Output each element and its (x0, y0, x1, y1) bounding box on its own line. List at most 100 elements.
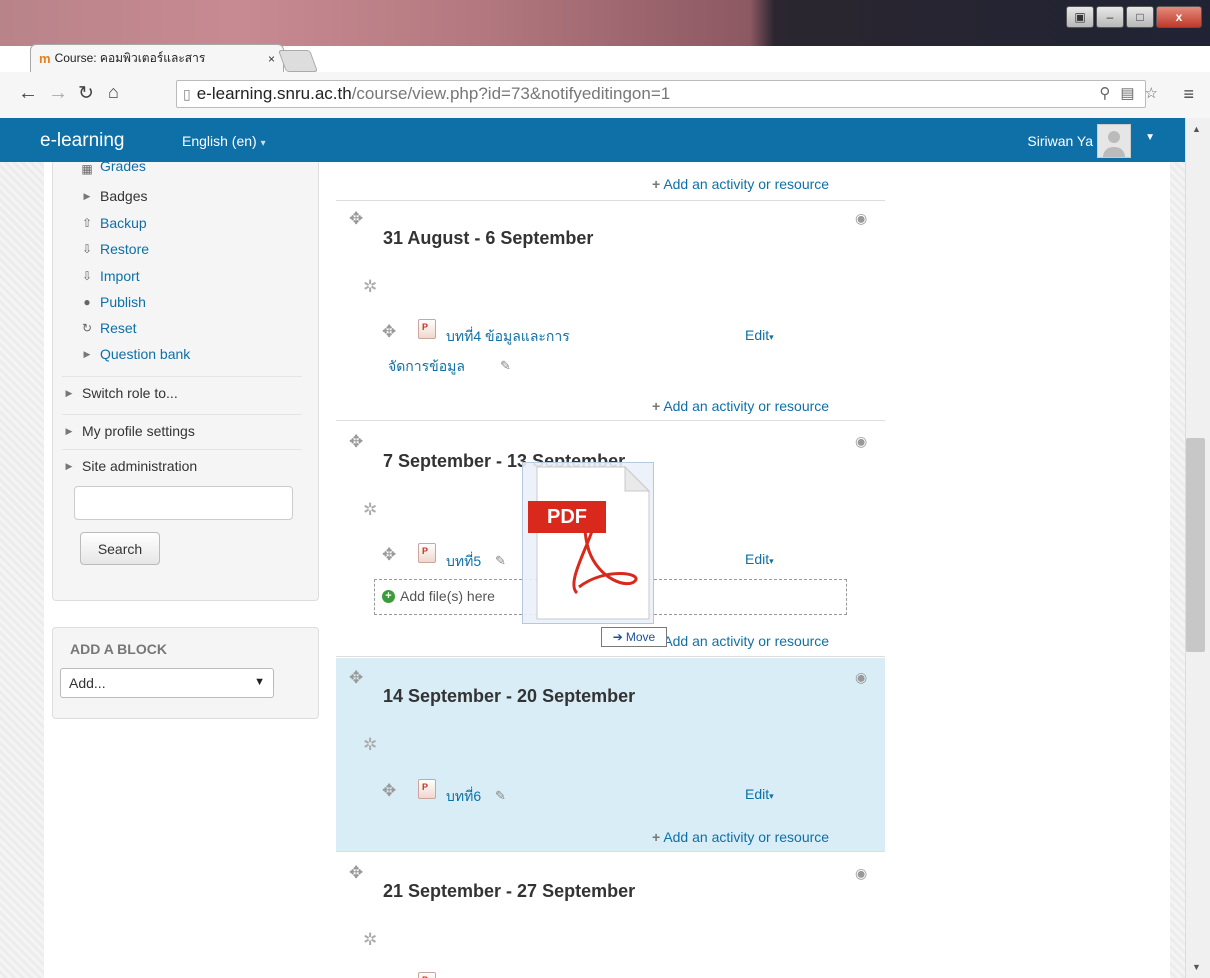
add-activity-link[interactable]: + Add an activity or resource (652, 633, 829, 651)
activity-link[interactable]: บทที่5 (446, 551, 481, 573)
activity-link[interactable]: บทที่4 ข้อมูลและการ (446, 326, 570, 348)
language-label: English (en) (182, 133, 257, 149)
pdf-file-icon (418, 543, 436, 563)
scrollbar-thumb[interactable] (1186, 438, 1205, 652)
sidebar-item-label: Grades (100, 162, 146, 174)
maximize-button[interactable]: □ (1126, 6, 1154, 28)
sidebar-item-label: Import (100, 268, 140, 284)
edit-title-pencil-icon[interactable]: ✎ (495, 788, 506, 804)
eye-icon[interactable]: ◉ (855, 669, 867, 686)
sidebar-item-reset[interactable]: ↻ Reset (80, 320, 137, 336)
back-arrow-icon[interactable]: ← (18, 82, 38, 105)
home-icon[interactable]: ⌂ (108, 82, 119, 103)
user-menu-caret-icon[interactable]: ▼ (1145, 132, 1155, 143)
grades-icon: ▦ (81, 162, 93, 176)
edit-label: Edit (745, 551, 770, 567)
search-input[interactable] (74, 486, 293, 520)
plus-icon: + (652, 398, 661, 414)
course-section (336, 162, 885, 201)
close-window-button[interactable]: x (1156, 6, 1202, 28)
browser-tab[interactable]: m Course: คอมพิวเตอร์และสาร × (30, 44, 284, 72)
move-icon[interactable]: ✥ (349, 863, 363, 883)
sidebar-item-question-bank[interactable]: ▶ Question bank (80, 346, 191, 362)
omnibox-icons: ⚲ ▤ ☆ (1099, 84, 1158, 102)
edit-title-pencil-icon[interactable]: ✎ (500, 358, 511, 374)
sidebar-item-my-profile-settings[interactable]: ▶ My profile settings (62, 414, 302, 439)
eye-icon[interactable]: ◉ (855, 865, 867, 882)
gear-icon[interactable]: ✲ (363, 930, 377, 950)
sidebar-item-label: Publish (100, 294, 146, 310)
language-menu[interactable]: English (en) ▾ (182, 133, 266, 149)
add-activity-link[interactable]: + Add an activity or resource (652, 398, 829, 416)
activity-link-continued[interactable]: จัดการข้อมูล (388, 356, 465, 378)
sidebar-item-grades[interactable]: ▦ Grades (80, 162, 146, 176)
edit-title-pencil-icon[interactable]: ✎ (495, 553, 506, 569)
moodle-favicon-icon: m (39, 51, 51, 66)
edit-menu[interactable]: Edit▾ (745, 551, 774, 567)
bookmark-star-icon[interactable]: ☆ (1145, 84, 1158, 102)
add-activity-label: Add an activity or resource (663, 633, 830, 649)
add-activity-link[interactable]: + Add an activity or resource (652, 829, 829, 847)
pdf-file-icon (418, 972, 436, 978)
tab-close-button[interactable]: × (268, 52, 275, 66)
move-tooltip: ➔ Move (601, 627, 667, 647)
activity-link[interactable]: บทที่6 (446, 786, 481, 808)
select-value: Add... (69, 675, 106, 691)
translate-icon[interactable]: ▤ (1120, 84, 1134, 102)
move-icon[interactable]: ✥ (349, 209, 363, 229)
upload-icon: ⇧ (81, 216, 93, 230)
avatar[interactable] (1097, 124, 1131, 158)
browser-menu-icon[interactable]: ≡ (1183, 84, 1194, 105)
move-icon[interactable]: ✥ (349, 668, 363, 688)
minimize-button[interactable]: – (1096, 6, 1124, 28)
sidebar-item-badges[interactable]: ▶ Badges (80, 188, 148, 204)
dropdown-arrow-icon: ▼ (254, 676, 265, 688)
site-brand[interactable]: e-learning (40, 130, 125, 152)
sidebar-item-label: Restore (100, 241, 150, 257)
site-navbar: e-learning English (en) ▾ Siriwan Ya ▼ (0, 118, 1185, 163)
restore-button[interactable]: ▣ (1066, 6, 1094, 28)
forward-arrow-icon[interactable]: → (48, 82, 68, 105)
sidebar-item-label: Switch role to... (82, 385, 178, 401)
sidebar-item-site-administration[interactable]: ▶ Site administration (62, 449, 302, 474)
move-icon[interactable]: ✥ (349, 432, 363, 452)
move-icon[interactable]: ✥ (382, 545, 396, 565)
address-bar[interactable]: ▯ e-learning.snru.ac.th/course/view.php?… (176, 80, 1146, 108)
eye-icon[interactable]: ◉ (855, 433, 867, 450)
sidebar-item-switch-role[interactable]: ▶ Switch role to... (62, 376, 302, 401)
move-icon[interactable]: ✥ (382, 781, 396, 801)
move-icon[interactable]: ✥ (382, 322, 396, 342)
triangle-right-icon: ▶ (65, 460, 73, 471)
add-activity-label: Add an activity or resource (663, 829, 830, 845)
sidebar-item-import[interactable]: ⇩ Import (80, 268, 140, 284)
new-tab-button[interactable] (277, 50, 319, 72)
move-tooltip-label: Move (625, 630, 656, 644)
triangle-right-icon: ▶ (65, 387, 73, 398)
eye-icon[interactable]: ◉ (855, 210, 867, 227)
scroll-up-arrow-icon[interactable]: ▲ (1192, 124, 1201, 134)
gear-icon[interactable]: ✲ (363, 277, 377, 297)
reload-icon[interactable]: ↻ (78, 82, 94, 105)
sidebar-item-restore[interactable]: ⇩ Restore (80, 241, 149, 257)
edit-menu[interactable]: Edit▾ (745, 786, 774, 802)
user-name[interactable]: Siriwan Ya (1027, 133, 1093, 149)
dragged-file-preview (522, 462, 654, 624)
sidebar-item-publish[interactable]: ● Publish (80, 294, 146, 310)
gear-icon[interactable]: ✲ (363, 735, 377, 755)
zoom-icon[interactable]: ⚲ (1099, 84, 1110, 102)
section-title: 31 August - 6 September (383, 228, 594, 248)
chevron-down-icon: ▾ (260, 138, 266, 149)
edit-menu[interactable]: Edit▾ (745, 327, 774, 343)
sidebar-item-label: Site administration (82, 458, 198, 474)
add-block-title: ADD A BLOCK (70, 641, 167, 657)
sidebar-item-label: My profile settings (82, 423, 195, 439)
page-gutter-right (1170, 162, 1185, 978)
sidebar-item-label: Badges (100, 188, 148, 204)
sidebar-item-backup[interactable]: ⇧ Backup (80, 215, 147, 231)
triangle-right-icon: ▶ (83, 348, 91, 359)
gear-icon[interactable]: ✲ (363, 500, 377, 520)
scroll-down-arrow-icon[interactable]: ▼ (1192, 962, 1201, 972)
triangle-right-icon: ▶ (83, 190, 91, 201)
add-block-select[interactable]: Add... ▼ (60, 668, 274, 698)
search-button[interactable]: Search (80, 532, 160, 565)
